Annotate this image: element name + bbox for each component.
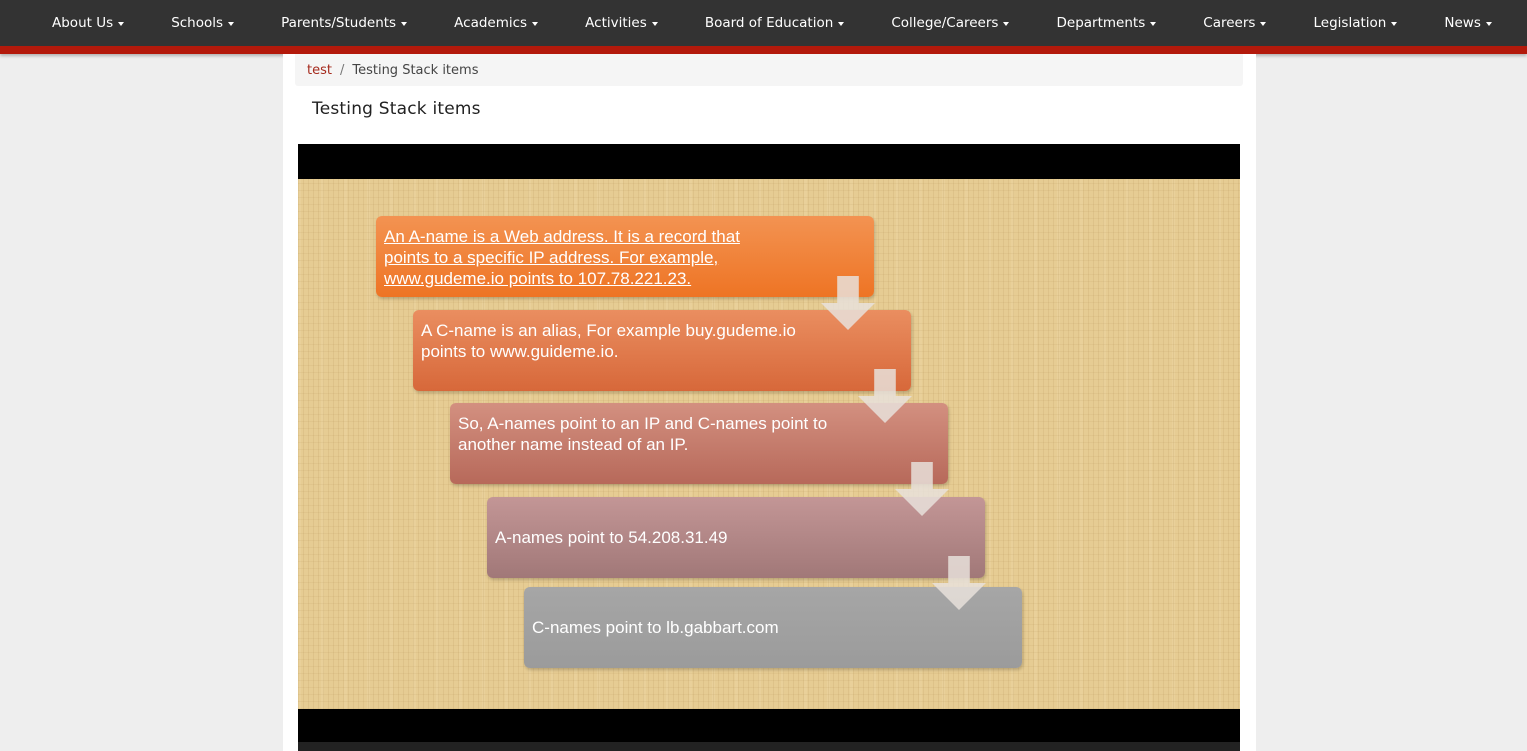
nav-item-activities[interactable]: Activities xyxy=(585,15,658,31)
top-navigation-bar: About Us Schools Parents/Students Academ… xyxy=(0,0,1527,54)
nav-item-label: Academics xyxy=(454,15,528,31)
nav-menu: About Us Schools Parents/Students Academ… xyxy=(52,0,1492,46)
step-text: A C-name is an alias, For example buy.gu… xyxy=(421,321,796,361)
caret-down-icon xyxy=(228,22,235,26)
page-title: Testing Stack items xyxy=(312,99,481,119)
nav-item-schools[interactable]: Schools xyxy=(171,15,235,31)
step-text: An A-name is a Web address. It is a reco… xyxy=(384,227,740,288)
nav-item-college-careers[interactable]: College/Careers xyxy=(891,15,1010,31)
player-controls-bar[interactable] xyxy=(298,742,1240,751)
breadcrumb-current: Testing Stack items xyxy=(352,62,479,78)
breadcrumb: test / Testing Stack items xyxy=(295,54,1243,86)
nav-item-label: Activities xyxy=(585,15,647,31)
step-text: A-names point to 54.208.31.49 xyxy=(495,528,728,547)
video-player[interactable]: An A-name is a Web address. It is a reco… xyxy=(298,144,1240,751)
breadcrumb-separator: / xyxy=(339,62,345,78)
step-box-c-names: C-names point to lb.gabbart.com xyxy=(524,587,1022,668)
nav-item-label: News xyxy=(1444,15,1481,31)
caret-down-icon xyxy=(1391,22,1398,26)
nav-item-label: About Us xyxy=(52,15,114,31)
nav-item-label: Departments xyxy=(1056,15,1146,31)
breadcrumb-link-test[interactable]: test xyxy=(307,63,332,78)
nav-item-label: Parents/Students xyxy=(281,15,397,31)
step-box-summary: So, A-names point to an IP and C-names p… xyxy=(450,403,948,484)
nav-item-academics[interactable]: Academics xyxy=(454,15,539,31)
nav-item-board-of-education[interactable]: Board of Education xyxy=(704,15,845,31)
nav-item-label: Legislation xyxy=(1313,15,1387,31)
nav-item-careers[interactable]: Careers xyxy=(1203,15,1267,31)
step-box-a-names: A-names point to 54.208.31.49 xyxy=(487,497,985,578)
caret-down-icon xyxy=(1260,22,1267,26)
nav-item-legislation[interactable]: Legislation xyxy=(1314,15,1398,31)
nav-item-label: Schools xyxy=(171,15,224,31)
caret-down-icon xyxy=(118,22,125,26)
step-text: So, A-names point to an IP and C-names p… xyxy=(458,414,828,454)
caret-down-icon xyxy=(651,22,658,26)
caret-down-icon xyxy=(532,22,539,26)
nav-item-parents-students[interactable]: Parents/Students xyxy=(281,15,408,31)
caret-down-icon xyxy=(401,22,408,26)
nav-item-label: College/Careers xyxy=(891,15,999,31)
step-text: C-names point to lb.gabbart.com xyxy=(532,618,779,637)
step-box-a-name-definition: An A-name is a Web address. It is a reco… xyxy=(376,216,874,297)
caret-down-icon xyxy=(1003,22,1010,26)
caret-down-icon xyxy=(1150,22,1157,26)
nav-item-label: Careers xyxy=(1203,15,1256,31)
presentation-slide: An A-name is a Web address. It is a reco… xyxy=(298,179,1240,709)
main-content: test / Testing Stack items Testing Stack… xyxy=(283,54,1256,751)
caret-down-icon xyxy=(838,22,845,26)
step-box-c-name-definition: A C-name is an alias, For example buy.gu… xyxy=(413,310,911,391)
nav-item-news[interactable]: News xyxy=(1444,15,1492,31)
nav-item-label: Board of Education xyxy=(704,15,834,31)
nav-item-about-us[interactable]: About Us xyxy=(52,15,125,31)
caret-down-icon xyxy=(1485,22,1492,26)
nav-item-departments[interactable]: Departments xyxy=(1057,15,1157,31)
